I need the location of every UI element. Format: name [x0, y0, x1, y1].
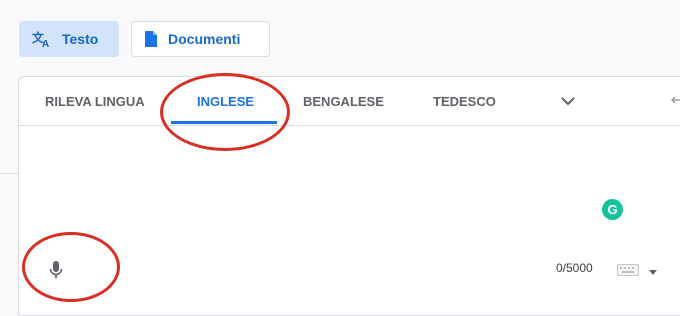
swap-arrows-icon[interactable]: [669, 95, 680, 113]
selected-tab-indicator: [171, 121, 277, 124]
svg-text:A: A: [42, 39, 49, 48]
document-icon: [144, 30, 158, 48]
mode-bar: 文 A Testo Documenti: [19, 21, 270, 59]
documents-mode-button[interactable]: Documenti: [131, 21, 270, 57]
chevron-down-icon[interactable]: [560, 93, 576, 114]
tab-detect-language[interactable]: RILEVA LINGUA: [45, 77, 145, 125]
text-mode-button[interactable]: 文 A Testo: [19, 21, 119, 57]
tab-english[interactable]: INGLESE: [197, 77, 254, 125]
source-language-tabs: RILEVA LINGUA INGLESE BENGALESE TEDESCO: [19, 77, 680, 126]
keyboard-icon[interactable]: [617, 263, 639, 281]
character-counter: 0/5000: [556, 261, 593, 275]
grammarly-icon[interactable]: G: [602, 199, 623, 220]
page-divider: [0, 173, 18, 174]
tab-bengali[interactable]: BENGALESE: [303, 77, 384, 125]
documents-mode-label: Documenti: [168, 31, 241, 47]
translate-icon: 文 A: [32, 30, 52, 48]
tab-german[interactable]: TEDESCO: [433, 77, 496, 125]
keyboard-dropdown-icon[interactable]: [649, 263, 657, 281]
microphone-icon[interactable]: [49, 260, 63, 285]
text-mode-label: Testo: [62, 31, 99, 47]
source-text-panel: RILEVA LINGUA INGLESE BENGALESE TEDESCO …: [18, 76, 680, 316]
